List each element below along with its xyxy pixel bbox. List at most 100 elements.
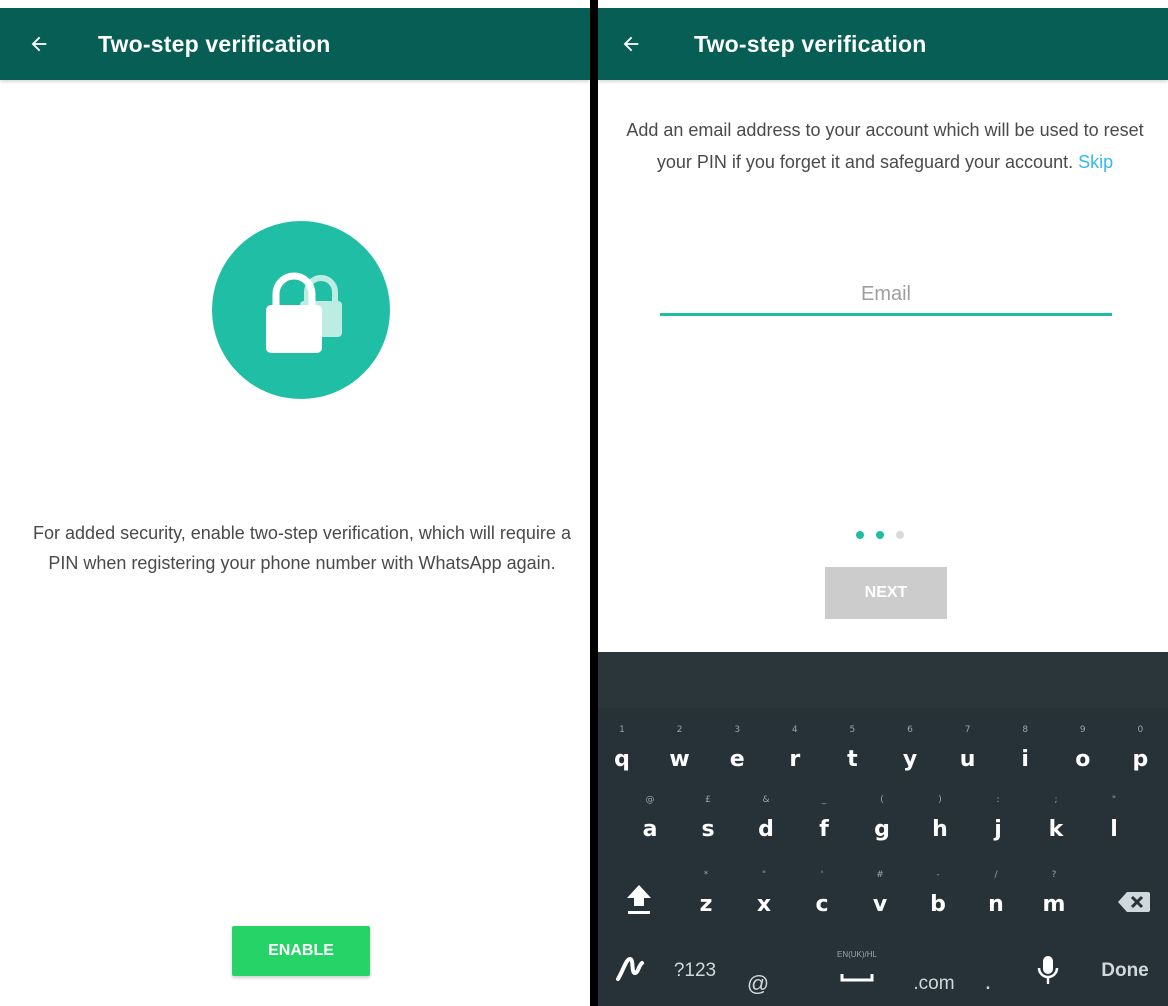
swype-key[interactable] <box>612 950 648 986</box>
key-l[interactable]: " l <box>1092 795 1136 842</box>
key-label: g <box>874 817 890 842</box>
key-p[interactable]: 0p <box>1118 725 1162 772</box>
key-hint: 3 <box>734 725 741 735</box>
key-label: b <box>930 892 946 917</box>
key-hint: @ <box>645 795 655 805</box>
key-hint: & <box>762 795 770 805</box>
shift-arrow-icon <box>627 885 651 914</box>
key-label: l <box>1110 817 1118 842</box>
screen-divider <box>590 0 598 1006</box>
key-hint: * <box>703 870 709 880</box>
enable-description: For added security, enable two-step veri… <box>33 523 571 573</box>
key-hint: " <box>761 870 767 880</box>
email-screen: Two-step verification Add an email addre… <box>598 0 1168 1006</box>
key-a[interactable]: @ a <box>628 795 672 842</box>
soft-keyboard: 1 q 2 w 3 e 4 r 5 t 6 y 7 u 8 i 9 o 0 p @ a £ s & d _ f(g) h: j; k " l * z… <box>598 652 1168 1006</box>
key-g[interactable]: (g <box>860 795 904 842</box>
key-label: t <box>847 747 858 772</box>
suggestion-strip <box>598 652 1168 708</box>
symbols-key[interactable]: ?123 <box>660 954 730 988</box>
key-hint: / <box>994 870 998 880</box>
key-n[interactable]: / n <box>974 870 1018 917</box>
key-label: i <box>1021 747 1029 772</box>
key-hint: 8 <box>1022 725 1029 735</box>
key-u[interactable]: 7u <box>946 725 990 772</box>
app-bar: Two-step verification <box>598 8 1168 80</box>
key-hint: ) <box>938 795 942 805</box>
skip-link[interactable]: Skip <box>1078 152 1113 172</box>
key-y[interactable]: 6y <box>888 725 932 772</box>
shift-key[interactable] <box>618 877 660 921</box>
key-hint: # <box>876 870 884 880</box>
arrow-left-icon <box>623 36 639 52</box>
key-t[interactable]: 5t <box>830 725 874 772</box>
microphone-icon <box>1037 956 1059 984</box>
key-hint: 1 <box>619 725 625 735</box>
key-b[interactable]: -b <box>916 870 960 917</box>
key-d[interactable]: & d <box>744 795 788 842</box>
key-r[interactable]: 4r <box>773 725 817 772</box>
period-key[interactable]: . <box>976 968 1000 996</box>
done-key[interactable]: Done <box>1090 954 1160 988</box>
key-x[interactable]: " x <box>742 870 786 917</box>
key-hint: 9 <box>1079 725 1086 735</box>
email-field[interactable] <box>660 276 1112 316</box>
key-hint: ? <box>1051 870 1057 880</box>
key-label: h <box>932 817 948 842</box>
key-label: d <box>758 817 774 842</box>
page-title: Two-step verification <box>694 30 927 57</box>
lock-illustration <box>212 221 390 399</box>
back-button[interactable] <box>598 8 664 80</box>
spacebar-icon <box>840 973 874 981</box>
key-hint: 6 <box>907 725 913 735</box>
key-label: c <box>815 892 829 917</box>
key-label: e <box>729 747 745 772</box>
key-label: p <box>1132 747 1149 772</box>
key-hint: £ <box>705 795 711 805</box>
enable-screen: Two-step verification For added security… <box>0 0 590 1006</box>
space-key[interactable]: EN(UK)/HL <box>812 940 902 992</box>
key-hint: _ <box>821 795 827 805</box>
email-description-text: Add an email address to your account whi… <box>626 120 1144 172</box>
key-h[interactable]: ) h <box>918 795 962 842</box>
key-label: f <box>819 817 829 842</box>
key-j[interactable]: :j <box>976 795 1020 842</box>
key-label: n <box>988 892 1004 917</box>
key-hint: 7 <box>964 725 971 735</box>
step-dot <box>856 531 864 539</box>
dotcom-key[interactable]: .com <box>904 970 964 998</box>
key-hint: ' <box>820 870 824 880</box>
app-bar: Two-step verification <box>0 8 590 80</box>
key-f[interactable]: _ f <box>802 795 846 842</box>
enable-button[interactable]: ENABLE <box>232 926 370 976</box>
key-z[interactable]: * z <box>684 870 728 917</box>
key-label: m <box>1042 892 1066 917</box>
microphone-key[interactable] <box>1028 950 1068 990</box>
key-o[interactable]: 9o <box>1061 725 1105 772</box>
backspace-key[interactable] <box>1112 884 1156 920</box>
key-label: s <box>701 817 715 842</box>
back-button[interactable] <box>0 8 90 80</box>
key-label: a <box>642 817 658 842</box>
key-w[interactable]: 2w <box>658 725 702 772</box>
key-hint: - <box>936 870 940 880</box>
key-k[interactable]: ; k <box>1034 795 1078 842</box>
key-v[interactable]: # v <box>858 870 902 917</box>
arrow-left-icon <box>31 36 47 52</box>
step-indicator <box>856 531 904 539</box>
at-key[interactable]: @ <box>738 968 778 1000</box>
key-e[interactable]: 3e <box>715 725 759 772</box>
key-c[interactable]: ' c <box>800 870 844 917</box>
key-label: w <box>669 747 690 772</box>
key-label: u <box>959 747 976 772</box>
key-label: z <box>699 892 713 917</box>
key-s[interactable]: £ s <box>686 795 730 842</box>
step-dot <box>896 531 904 539</box>
key-label: x <box>756 892 772 917</box>
key-q[interactable]: 1q <box>600 725 644 772</box>
next-button[interactable]: NEXT <box>825 567 947 619</box>
key-m[interactable]: ? m <box>1032 870 1076 917</box>
key-hint: 4 <box>791 725 798 735</box>
key-i[interactable]: 8i <box>1003 725 1047 772</box>
key-hint: ( <box>880 795 884 805</box>
